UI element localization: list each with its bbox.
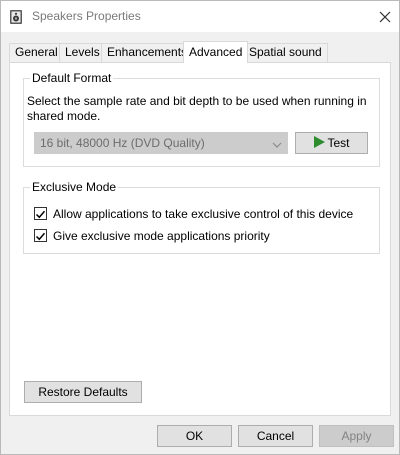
speakers-properties-dialog: Speakers Properties General Levels Enhan…: [0, 0, 400, 455]
checkmark-icon: [35, 232, 46, 241]
tab-spatial-sound[interactable]: Spatial sound: [243, 43, 328, 62]
close-icon: [371, 11, 399, 33]
exclusive-priority-checkbox[interactable]: [34, 229, 47, 242]
cancel-button[interactable]: Cancel: [238, 425, 313, 447]
checkmark-icon: [35, 210, 46, 219]
exclusive-priority-label: Give exclusive mode applications priorit…: [53, 229, 270, 243]
tab-strip: General Levels Enhancements Advanced Spa…: [1, 41, 399, 63]
default-format-legend: Default Format: [30, 71, 114, 85]
title-bar[interactable]: Speakers Properties: [1, 1, 399, 32]
tab-advanced[interactable]: Advanced: [183, 41, 249, 63]
sample-rate-value: 16 bit, 48000 Hz (DVD Quality): [40, 136, 205, 150]
sample-rate-dropdown[interactable]: 16 bit, 48000 Hz (DVD Quality): [34, 132, 288, 154]
test-button-label: Test: [327, 136, 350, 150]
close-button[interactable]: [371, 2, 399, 30]
ok-button[interactable]: OK: [157, 425, 232, 447]
restore-defaults-button[interactable]: Restore Defaults: [24, 381, 142, 403]
window-title: Speakers Properties: [32, 9, 141, 23]
chevron-down-icon: [271, 137, 283, 149]
apply-button[interactable]: Apply: [319, 425, 394, 447]
tab-label: General: [15, 45, 58, 59]
tab-enhancements[interactable]: Enhancements: [101, 43, 194, 62]
test-button[interactable]: Test: [295, 132, 368, 154]
tab-label: Advanced: [189, 45, 243, 59]
exclusive-mode-legend: Exclusive Mode: [30, 180, 119, 194]
tab-general[interactable]: General: [9, 43, 64, 62]
default-format-description: Select the sample rate and bit depth to …: [27, 94, 367, 123]
tab-label: Levels: [65, 45, 100, 59]
tab-label: Enhancements: [107, 45, 188, 59]
allow-exclusive-control-checkbox[interactable]: [34, 207, 47, 220]
allow-exclusive-control-label: Allow applications to take exclusive con…: [53, 207, 354, 221]
allow-exclusive-control-option[interactable]: Allow applications to take exclusive con…: [34, 206, 354, 222]
speaker-icon: [8, 9, 24, 25]
exclusive-priority-option[interactable]: Give exclusive mode applications priorit…: [34, 228, 274, 244]
tab-levels[interactable]: Levels: [59, 43, 106, 62]
play-icon: [313, 134, 326, 154]
tab-label: Spatial sound: [249, 45, 322, 59]
